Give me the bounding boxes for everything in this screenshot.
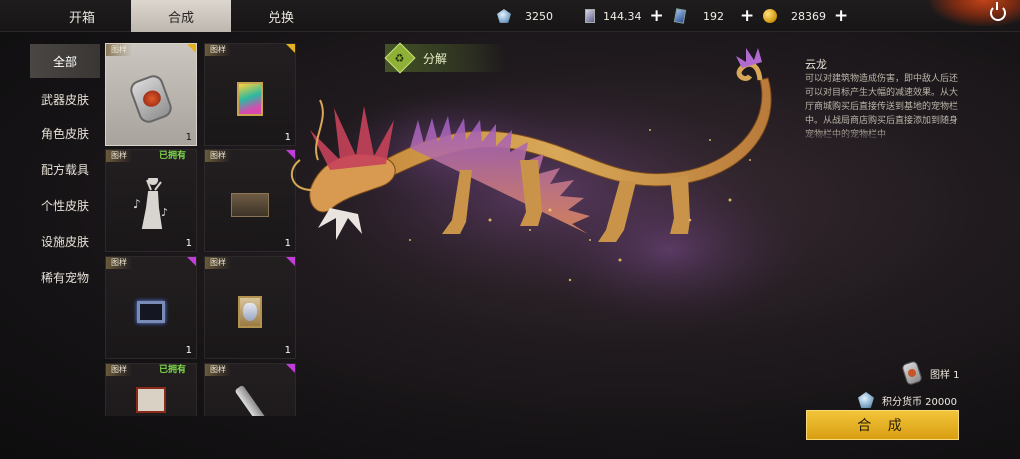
item-tag: 图样 [106, 364, 132, 376]
tv-icon [136, 387, 166, 413]
item-tag: 图样 [106, 257, 132, 269]
power-icon[interactable] [990, 2, 1006, 21]
category-facility-skins[interactable]: 设施皮肤 [30, 224, 100, 258]
gold-coin-icon [763, 9, 777, 23]
item-count: 1 [185, 132, 192, 143]
svg-text:♪: ♪ [161, 206, 168, 219]
item-count: 1 [185, 238, 192, 249]
item-grid: 图样 1 图样 1 图样 已拥有 ♪ ♪ 1 图样 1 图样 1 图样 1 图样… [105, 43, 297, 416]
frame-icon [137, 300, 165, 323]
cost-pattern: 图样 1 [900, 360, 960, 386]
category-weapon-skins[interactable]: 武器皮肤 [30, 82, 100, 116]
resource-crystal: 3250 [497, 0, 553, 32]
add-card-button[interactable]: + [650, 7, 664, 25]
item-tag: 图样 [205, 44, 231, 56]
item-tag: 图样 [106, 150, 132, 162]
gold-amount: 28369 [791, 9, 826, 23]
blue-card-icon [673, 8, 687, 24]
item-tag: 图样 [205, 257, 231, 269]
resource-card: 144.34 + [585, 0, 664, 32]
item-tag: 图样 [205, 150, 231, 162]
pet-description: 可以对建筑物造成伤害，即中敌人后还可以对目标产生大幅的减速效果。从大厅商城购买后… [805, 74, 959, 140]
pet-name: 云龙 [805, 58, 827, 71]
crate-icon [231, 192, 269, 217]
resource-gold: 28369 + [763, 0, 848, 32]
cost-currency-label: 积分货币 20000 [882, 396, 957, 408]
tab-craft[interactable]: 合成 [131, 0, 231, 32]
tab-open-box[interactable]: 开箱 [32, 0, 132, 32]
item-card[interactable]: 图样 1 [204, 256, 296, 359]
dance-icon: ♪ ♪ [133, 177, 168, 229]
cost-pattern-label: 图样 1 [930, 369, 960, 381]
category-vehicles[interactable]: 配方载具 [30, 152, 100, 186]
resource-blue-card: 192 + [673, 0, 754, 32]
owned-badge: 已拥有 [158, 151, 186, 161]
dogtag-icon [900, 360, 924, 386]
craft-button[interactable]: 合 成 [806, 410, 959, 440]
card-amount: 144.34 [603, 9, 642, 23]
item-card[interactable]: 图样 1 [105, 43, 197, 146]
card-icon [585, 9, 595, 23]
svg-text:♪: ♪ [133, 197, 141, 211]
blue-card-amount: 192 [703, 9, 724, 23]
rarity-corner [187, 257, 196, 266]
item-card[interactable]: 图样 1 [105, 256, 197, 359]
cost-currency: 积分货币 20000 [858, 392, 957, 408]
item-card[interactable]: 图样 [204, 363, 296, 416]
item-card[interactable]: 图样 已拥有 ♪ ♪ 1 [105, 149, 197, 252]
add-blue-card-button[interactable]: + [740, 7, 754, 25]
item-card[interactable]: 图样 1 [204, 43, 296, 146]
item-tag: 图样 [106, 44, 132, 56]
rarity-corner [187, 44, 196, 53]
power-area [930, 0, 1020, 26]
category-all[interactable]: 全部 [30, 44, 100, 78]
item-tag: 图样 [205, 364, 231, 376]
category-character-skins[interactable]: 角色皮肤 [30, 116, 100, 150]
item-card[interactable]: 图样 1 [204, 149, 296, 252]
crystal-amount: 3250 [525, 9, 553, 23]
dogtag-icon [127, 72, 175, 126]
mask-icon [238, 295, 262, 328]
crystal-icon [858, 392, 874, 408]
knife-icon [234, 384, 266, 416]
item-count: 1 [185, 345, 192, 356]
category-rare-pets[interactable]: 稀有宠物 [30, 260, 100, 294]
add-gold-button[interactable]: + [834, 7, 848, 25]
crystal-icon [497, 9, 511, 23]
category-personal-skins[interactable]: 个性皮肤 [30, 188, 100, 222]
top-bar: 开箱 合成 兑换 3250 144.34 + 192 + 28369 + [0, 0, 1020, 32]
dragon-pet-preview [290, 48, 810, 330]
owned-badge: 已拥有 [158, 365, 186, 375]
poster-icon [237, 81, 263, 116]
tab-exchange[interactable]: 兑换 [231, 0, 331, 32]
item-card[interactable]: 图样 已拥有 [105, 363, 197, 416]
